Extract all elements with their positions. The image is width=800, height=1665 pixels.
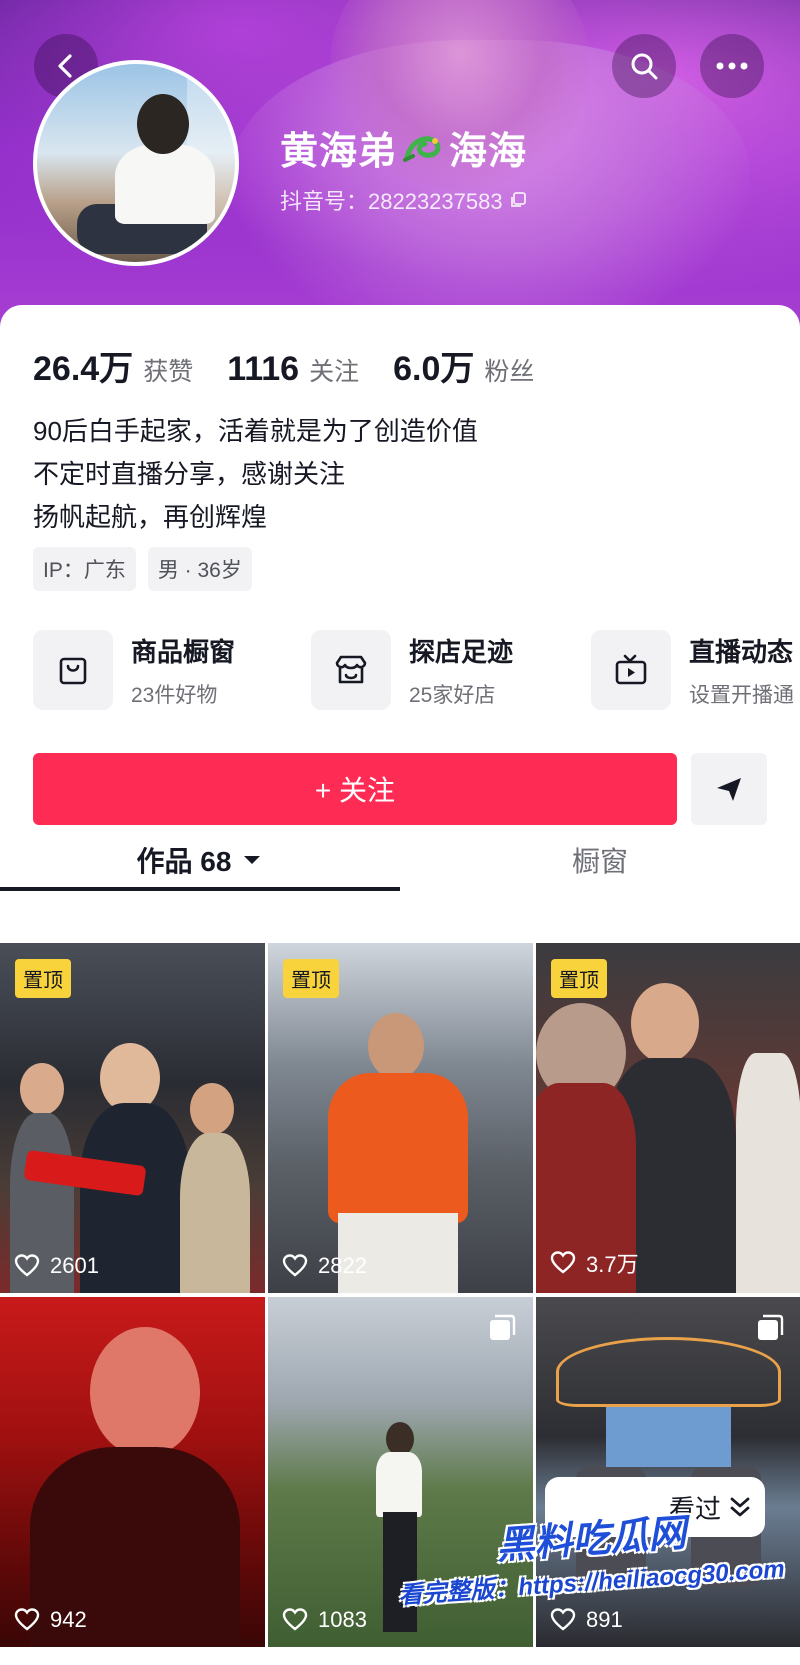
like-count-value: 2822 [318,1253,367,1278]
search-icon [631,53,658,80]
like-count-value: 3.7万 [586,1252,639,1277]
pinned-badge: 置顶 [551,959,607,998]
pinned-badge: 置顶 [283,959,339,998]
search-button[interactable] [612,34,676,98]
stat-following-value: 1116 [227,350,300,388]
video-tile[interactable]: 置顶 2601 [0,943,265,1293]
profile-name-part2: 海海 [449,131,528,173]
more-button[interactable] [700,34,764,98]
video-tile[interactable]: 置顶 3.7万 [536,943,800,1293]
tab-works[interactable]: 作品 68 [0,825,400,895]
content-tabs: 作品 68 橱窗 [0,825,800,895]
tab-works-label: 作品 68 [136,846,232,877]
heart-icon [282,1254,308,1277]
douyin-id-text: 抖音号：28223237583 [280,189,503,214]
avatar[interactable] [33,60,239,266]
heart-icon [550,1251,576,1274]
follow-button[interactable]: + 关注 [33,753,677,825]
profile-bio: 90后白手起家，活着就是为了创造价值 不定时直播分享，感谢关注 扬帆起航，再创辉… [33,410,478,539]
feature-subtitle: 设置开播通 [689,683,794,707]
send-icon [717,778,741,801]
share-button[interactable] [691,753,767,825]
video-tile[interactable]: 置顶 2822 [268,943,533,1293]
chevron-left-icon [58,54,72,78]
feature-subtitle: 23件好物 [131,683,218,707]
feature-shop-window[interactable]: 商品橱窗 23件好物 [33,630,235,710]
pinned-badge: 置顶 [15,959,71,998]
multi-image-icon [490,1314,516,1340]
like-count-value: 942 [50,1607,87,1632]
heart-icon [14,1608,40,1631]
feature-title: 商品橱窗 [131,636,236,667]
heart-icon [282,1608,308,1631]
shopping-bag-icon [33,630,113,710]
video-tile[interactable]: 942 [0,1297,265,1647]
more-dots-icon [716,62,748,70]
bio-line: 扬帆起航，再创辉煌 [33,502,268,532]
tv-icon [591,630,671,710]
like-count: 3.7万 [550,1247,639,1279]
tab-window-label: 橱窗 [571,846,628,877]
feature-live-updates[interactable]: 直播动态 设置开播通 [591,630,794,710]
like-count: 891 [550,1607,623,1633]
stat-likes-value: 26.4万 [33,350,134,388]
double-chevron-down-icon [730,1497,750,1517]
copy-icon[interactable] [509,191,527,209]
like-count-value: 891 [586,1607,623,1632]
profile-tags: IP：广东 男 · 36岁 [33,547,252,591]
stat-followers[interactable]: 6.0万 粉丝 [393,341,534,390]
stat-followers-label: 粉丝 [484,358,535,386]
stat-likes[interactable]: 26.4万 获赞 [33,341,193,390]
like-count: 942 [14,1607,87,1633]
multi-image-icon [758,1314,784,1340]
feature-title: 直播动态 [689,636,794,667]
gender-age-tag: 男 · 36岁 [147,547,252,591]
stat-followers-value: 6.0万 [393,350,475,388]
feature-title: 探店足迹 [409,636,514,667]
like-count: 2822 [282,1253,367,1279]
profile-name: 黄海弟 海海 [280,120,527,175]
like-count-value: 2601 [50,1253,99,1278]
stat-following-label: 关注 [309,358,360,386]
ip-location-tag: IP：广东 [33,547,136,591]
tab-shop-window[interactable]: 橱窗 [400,825,800,895]
heart-icon [550,1608,576,1631]
like-count: 1083 [282,1607,367,1633]
profile-stats: 26.4万 获赞 1116 关注 6.0万 粉丝 [33,341,568,390]
like-count-value: 1083 [318,1607,367,1632]
feature-subtitle: 25家好店 [409,683,496,707]
stat-likes-label: 获赞 [143,358,194,386]
bio-line: 90后白手起家，活着就是为了创造价值 [33,416,478,446]
caret-down-icon [244,856,261,864]
bio-line: 不定时直播分享，感谢关注 [33,459,346,489]
active-tab-indicator [0,887,400,891]
douyin-id[interactable]: 抖音号：28223237583 [280,184,527,216]
dragon-emoji-icon [403,135,441,162]
profile-name-part1: 黄海弟 [280,131,398,173]
store-icon [311,630,391,710]
stat-following[interactable]: 1116 关注 [227,350,359,389]
heart-icon [14,1254,40,1277]
like-count: 2601 [14,1253,99,1279]
feature-store-visits[interactable]: 探店足迹 25家好店 [311,630,513,710]
feature-row: 商品橱窗 23件好物 探店足迹 25家好店 直播动态 设置开播通 [33,630,800,720]
